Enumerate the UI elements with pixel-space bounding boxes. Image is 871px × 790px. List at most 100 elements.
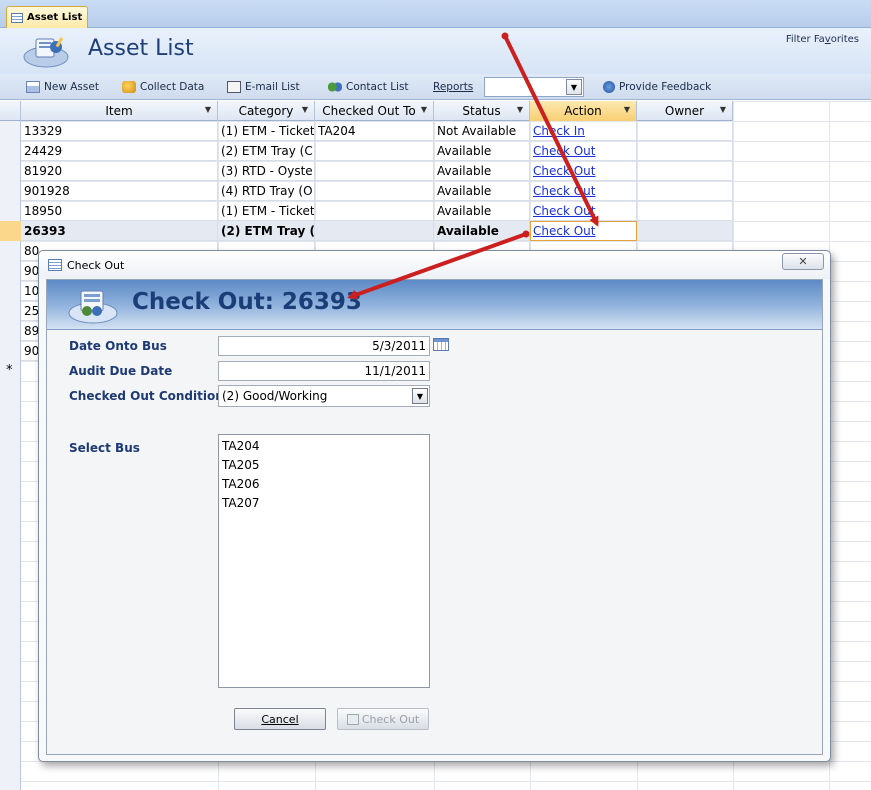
cell-checked-out-to bbox=[315, 201, 434, 221]
record-selector[interactable] bbox=[0, 221, 21, 241]
record-selector[interactable] bbox=[0, 241, 21, 261]
tab-label: Asset List bbox=[27, 12, 83, 23]
cell-action[interactable]: Check Out bbox=[530, 221, 637, 241]
chevron-down-icon: ▼ bbox=[623, 105, 630, 114]
list-item[interactable]: TA207 bbox=[221, 494, 427, 513]
table-row[interactable]: 13329 (1) ETM - Ticket TA204 Not Available C… bbox=[0, 121, 733, 141]
record-selector[interactable] bbox=[0, 161, 21, 181]
cell-item: 81920 bbox=[21, 161, 218, 181]
cell-status: Available bbox=[434, 141, 530, 161]
cell-item: 901928 bbox=[21, 181, 218, 201]
dialog-heading: Check Out: 26393 bbox=[132, 289, 362, 315]
table-row[interactable]: 901928 (4) RTD Tray (O Available Check Out bbox=[0, 181, 733, 201]
record-selector[interactable] bbox=[0, 281, 21, 301]
column-header-owner[interactable]: Owner ▼ bbox=[637, 101, 733, 121]
form-header: Asset List Filter Favorites bbox=[0, 28, 871, 74]
cell-owner bbox=[637, 221, 733, 241]
contact-list-button[interactable]: Contact List bbox=[328, 78, 409, 96]
chevron-down-icon[interactable]: ▼ bbox=[566, 79, 582, 95]
select-bus-label: Select Bus bbox=[69, 441, 140, 455]
cell-status: Not Available bbox=[434, 121, 530, 141]
checked-out-condition-label: Checked Out Condition bbox=[69, 389, 224, 403]
select-all-corner[interactable] bbox=[0, 101, 21, 121]
cell-owner bbox=[637, 141, 733, 161]
table-row[interactable]: 26393 (2) ETM Tray (C Available Check Out bbox=[0, 221, 733, 241]
check-out-button[interactable]: Check Out bbox=[337, 708, 429, 730]
chevron-down-icon: ▼ bbox=[301, 105, 308, 114]
date-onto-bus-field[interactable]: 5/3/2011 bbox=[218, 336, 430, 356]
asset-list-tab[interactable]: Asset List bbox=[6, 6, 88, 28]
dialog-body: Check Out: 26393 Date Onto Bus 5/3/2011 … bbox=[46, 279, 823, 755]
dialog-header: Check Out: 26393 bbox=[47, 280, 822, 330]
cell-category: (1) ETM - Ticket bbox=[218, 121, 315, 141]
cell-status: Available bbox=[434, 181, 530, 201]
cell-action[interactable]: Check Out bbox=[530, 161, 637, 181]
column-header-item[interactable]: Item ▼ bbox=[21, 101, 218, 121]
chevron-down-icon: ▼ bbox=[719, 105, 726, 114]
email-list-button[interactable]: E-mail List bbox=[227, 78, 300, 96]
column-header-checked-out-to[interactable]: Checked Out To ▼ bbox=[315, 101, 434, 121]
record-selector[interactable] bbox=[0, 301, 21, 321]
email-icon bbox=[227, 81, 241, 93]
collect-data-button[interactable]: Collect Data bbox=[122, 78, 204, 96]
reports-dropdown[interactable]: ▼ bbox=[484, 77, 584, 97]
form-icon bbox=[48, 259, 62, 271]
list-item[interactable]: TA205 bbox=[221, 456, 427, 475]
cell-action[interactable]: Check Out bbox=[530, 201, 637, 221]
chevron-down-icon[interactable]: ▼ bbox=[412, 388, 428, 404]
record-selector[interactable] bbox=[0, 201, 21, 221]
asset-list-logo-icon bbox=[23, 37, 69, 68]
cell-category: (2) ETM Tray (C bbox=[218, 141, 315, 161]
table-row[interactable]: 24429 (2) ETM Tray (C Available Check Out bbox=[0, 141, 733, 161]
condition-select[interactable]: (2) Good/Working ▼ bbox=[218, 385, 430, 407]
cell-category: (3) RTD - Oyste bbox=[218, 161, 315, 181]
record-selector[interactable] bbox=[0, 181, 21, 201]
cell-checked-out-to bbox=[315, 181, 434, 201]
cell-owner bbox=[637, 121, 733, 141]
contact-list-label: Contact List bbox=[346, 81, 409, 93]
cell-status: Available bbox=[434, 161, 530, 181]
check-out-button-icon bbox=[346, 713, 359, 725]
record-selector[interactable] bbox=[0, 121, 21, 141]
filter-favorites-link[interactable]: Filter Favorites bbox=[786, 34, 859, 45]
column-header-status[interactable]: Status ▼ bbox=[434, 101, 530, 121]
list-item[interactable]: TA204 bbox=[221, 437, 427, 456]
bus-listbox[interactable]: TA204 TA205 TA206 TA207 bbox=[218, 434, 430, 688]
column-header-action[interactable]: Action ▼ bbox=[530, 101, 637, 121]
document-tab-strip: Asset List bbox=[0, 0, 871, 28]
calendar-icon[interactable] bbox=[433, 338, 449, 351]
cell-category: (4) RTD Tray (O bbox=[218, 181, 315, 201]
close-icon[interactable]: ✕ bbox=[782, 253, 824, 270]
record-selector[interactable] bbox=[0, 341, 21, 361]
toolbar: New Asset Collect Data E-mail List Conta… bbox=[0, 74, 871, 100]
column-header-category[interactable]: Category ▼ bbox=[218, 101, 315, 121]
table-row[interactable]: 18950 (1) ETM - Ticket Available Check Out bbox=[0, 201, 733, 221]
new-asset-button[interactable]: New Asset bbox=[26, 78, 99, 96]
list-item[interactable]: TA206 bbox=[221, 475, 427, 494]
cell-action[interactable]: Check Out bbox=[530, 181, 637, 201]
cancel-button[interactable]: Cancel bbox=[234, 708, 326, 730]
date-onto-bus-label: Date Onto Bus bbox=[69, 339, 167, 353]
cell-status: Available bbox=[434, 201, 530, 221]
email-list-label: E-mail List bbox=[245, 81, 300, 93]
table-row[interactable]: 81920 (3) RTD - Oyste Available Check Out bbox=[0, 161, 733, 181]
new-record-icon bbox=[26, 81, 40, 93]
cell-status: Available bbox=[434, 221, 530, 241]
form-title: Asset List bbox=[88, 36, 194, 61]
collect-data-label: Collect Data bbox=[140, 81, 205, 93]
chevron-down-icon: ▼ bbox=[420, 105, 427, 114]
cell-checked-out-to bbox=[315, 221, 434, 241]
record-selector[interactable] bbox=[0, 261, 21, 281]
cell-action[interactable]: Check Out bbox=[530, 141, 637, 161]
provide-feedback-button[interactable]: Provide Feedback bbox=[603, 78, 711, 96]
cell-item: 13329 bbox=[21, 121, 218, 141]
form-icon bbox=[11, 12, 23, 23]
dialog-titlebar: Check Out ✕ bbox=[39, 251, 830, 279]
audit-due-date-field[interactable]: 11/1/2011 bbox=[218, 361, 430, 381]
collect-data-icon bbox=[122, 81, 136, 93]
cell-action[interactable]: Check In bbox=[530, 121, 637, 141]
cell-owner bbox=[637, 201, 733, 221]
record-selector[interactable] bbox=[0, 141, 21, 161]
record-selector[interactable] bbox=[0, 321, 21, 341]
condition-value: (2) Good/Working bbox=[222, 389, 328, 403]
